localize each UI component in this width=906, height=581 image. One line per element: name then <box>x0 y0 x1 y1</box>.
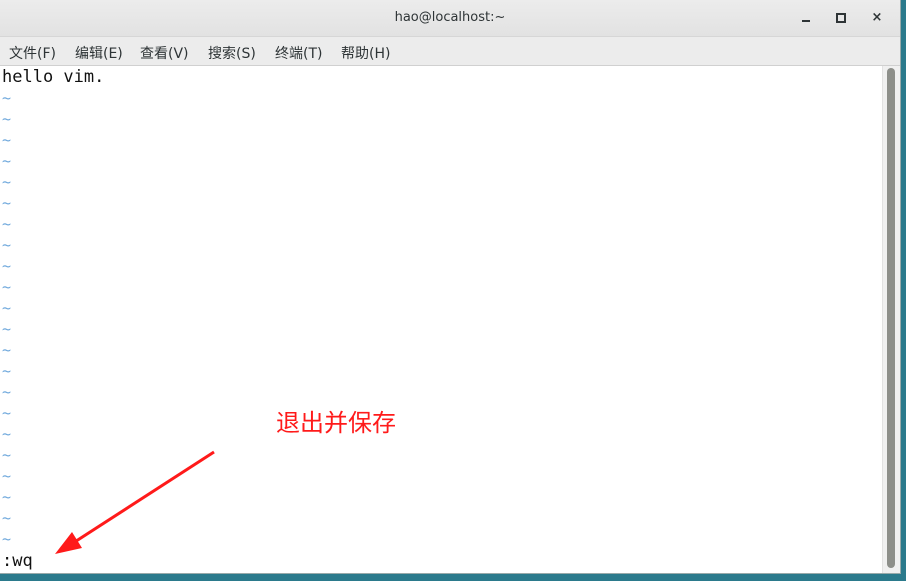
minimize-button[interactable] <box>796 8 816 28</box>
empty-line-marker: ~ <box>2 467 12 485</box>
maximize-button[interactable] <box>831 8 851 28</box>
empty-line-marker: ~ <box>2 236 12 254</box>
scrollbar-thumb[interactable] <box>887 68 895 568</box>
terminal-content[interactable]: hello vim. ~ ~ ~ ~ ~ ~ ~ ~ ~ ~ ~ ~ ~ ~ ~… <box>0 66 882 573</box>
empty-line-marker: ~ <box>2 362 12 380</box>
annotation-label: 退出并保存 <box>276 409 396 437</box>
menu-search[interactable]: 搜索(S) <box>208 43 256 63</box>
editor-text-line: hello vim. <box>2 67 105 87</box>
close-icon: × <box>871 10 883 25</box>
empty-line-marker: ~ <box>2 215 12 233</box>
menu-terminal[interactable]: 终端(T) <box>275 43 322 63</box>
empty-line-marker: ~ <box>2 530 12 548</box>
command-line[interactable]: :wq <box>2 551 33 572</box>
empty-line-marker: ~ <box>2 278 12 296</box>
empty-line-marker: ~ <box>2 320 12 338</box>
menu-help[interactable]: 帮助(H) <box>341 43 390 63</box>
empty-line-marker: ~ <box>2 341 12 359</box>
title-bar[interactable]: hao@localhost:~ × <box>0 0 900 37</box>
menu-edit[interactable]: 编辑(E) <box>75 43 123 63</box>
window-title: hao@localhost:~ <box>394 10 506 25</box>
empty-line-marker: ~ <box>2 194 12 212</box>
empty-line-marker: ~ <box>2 152 12 170</box>
empty-line-marker: ~ <box>2 299 12 317</box>
minimize-icon <box>802 20 810 22</box>
empty-line-marker: ~ <box>2 110 12 128</box>
maximize-icon <box>836 13 846 23</box>
menu-file[interactable]: 文件(F) <box>9 43 56 63</box>
vertical-scrollbar[interactable] <box>882 66 900 573</box>
empty-line-marker: ~ <box>2 131 12 149</box>
empty-line-marker: ~ <box>2 425 12 443</box>
empty-line-marker: ~ <box>2 446 12 464</box>
close-button[interactable]: × <box>867 8 887 28</box>
empty-line-marker: ~ <box>2 404 12 422</box>
empty-line-marker: ~ <box>2 257 12 275</box>
empty-line-marker: ~ <box>2 89 12 107</box>
empty-line-marker: ~ <box>2 488 12 506</box>
empty-line-marker: ~ <box>2 383 12 401</box>
empty-line-marker: ~ <box>2 173 12 191</box>
empty-line-marker: ~ <box>2 509 12 527</box>
terminal-window: hao@localhost:~ × 文件(F) 编辑(E) 查看(V) 搜索(S… <box>0 0 901 574</box>
menu-view[interactable]: 查看(V) <box>140 43 189 63</box>
menu-bar: 文件(F) 编辑(E) 查看(V) 搜索(S) 终端(T) 帮助(H) <box>0 37 900 66</box>
